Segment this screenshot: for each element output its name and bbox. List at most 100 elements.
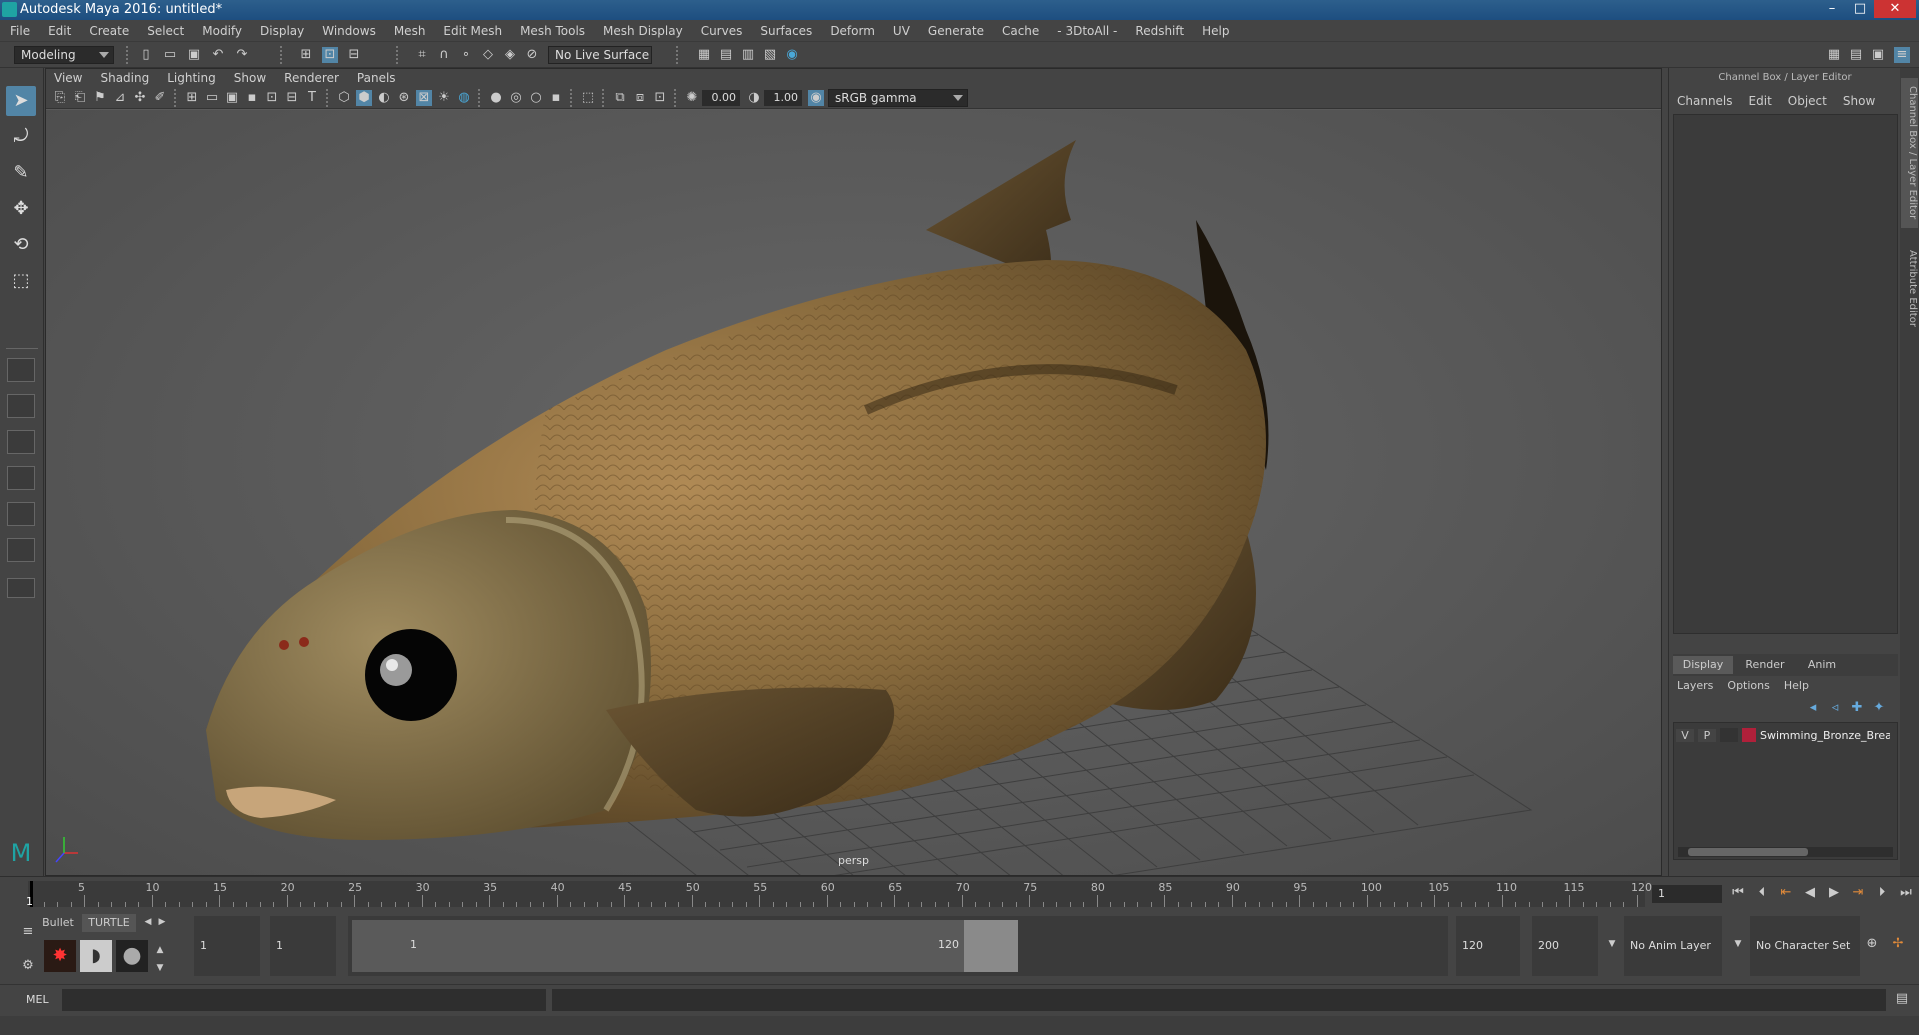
turtle-sphere-icon[interactable]: ●	[116, 940, 148, 972]
new-layer-selected-icon[interactable]: ✦	[1871, 700, 1887, 716]
channels-menu[interactable]: Channels	[1677, 94, 1733, 108]
render-frame-icon[interactable]: ▤	[718, 47, 734, 63]
paint-select-tool-icon[interactable]: ✎	[6, 158, 36, 188]
safe-title-icon[interactable]: T	[304, 90, 320, 106]
toggle-modeling-toolkit-icon[interactable]: ▦	[1826, 47, 1842, 63]
layer-color-swatch[interactable]	[1742, 728, 1756, 742]
camera-select-icon[interactable]: ⎘	[52, 90, 68, 106]
playback-end-field[interactable]: 120	[1456, 916, 1520, 976]
menu-generate[interactable]: Generate	[928, 24, 984, 38]
gamma-icon[interactable]: ◑	[746, 90, 762, 106]
lasso-tool-icon[interactable]: ⤾	[6, 122, 36, 152]
field-chart-icon[interactable]: ⊡	[264, 90, 280, 106]
current-frame-field[interactable]: 1	[1652, 885, 1722, 903]
shelf-settings-icon[interactable]: ⚙	[20, 958, 36, 974]
character-set-field[interactable]: No Character Set	[1750, 916, 1860, 976]
layer-playback-toggle[interactable]: P	[1698, 728, 1716, 742]
viewport-menu-shading[interactable]: Shading	[100, 71, 149, 85]
xray-components-icon[interactable]: ⊡	[652, 90, 668, 106]
layer-options-menu[interactable]: Options	[1727, 679, 1769, 692]
exposure-icon[interactable]: ✺	[684, 90, 700, 106]
snap-curve-icon[interactable]: ∩	[436, 47, 452, 63]
xray-joints-icon[interactable]: ⧈	[632, 90, 648, 106]
range-end-handle[interactable]	[964, 920, 1018, 972]
menu-display[interactable]: Display	[260, 24, 304, 38]
safe-action-icon[interactable]: ⊟	[284, 90, 300, 106]
wireframe-on-shaded-icon[interactable]: ⊛	[396, 90, 412, 106]
menu-edit-mesh[interactable]: Edit Mesh	[443, 24, 502, 38]
outliner-layout-icon[interactable]	[7, 538, 35, 562]
turtle-render-icon[interactable]: ✸	[44, 940, 76, 972]
shelf-up-icon[interactable]: ▲	[152, 942, 168, 958]
menu-mesh-display[interactable]: Mesh Display	[603, 24, 683, 38]
layout-toggle-icon[interactable]	[7, 578, 35, 598]
textured-icon[interactable]: ⊠	[416, 90, 432, 106]
menu-3dtoall[interactable]: - 3DtoAll -	[1057, 24, 1117, 38]
side-tab-channel-box[interactable]: Channel Box / Layer Editor	[1901, 78, 1918, 228]
layer-type-toggle[interactable]	[1720, 728, 1738, 742]
close-button[interactable]: ✕	[1874, 0, 1916, 18]
gate-mask-icon[interactable]: ▪	[244, 90, 260, 106]
side-tab-attribute-editor[interactable]: Attribute Editor	[1901, 238, 1918, 338]
depth-of-field-icon[interactable]: ▪	[548, 90, 564, 106]
layer-help-menu[interactable]: Help	[1784, 679, 1809, 692]
snap-magnet-icon[interactable]: ⊘	[524, 47, 540, 63]
play-backwards-icon[interactable]: ◀	[1802, 885, 1818, 901]
gamma-field[interactable]: 1.00	[764, 90, 802, 106]
viewport-menu-lighting[interactable]: Lighting	[167, 71, 216, 85]
anim-layer-dropdown-icon[interactable]: ▼	[1604, 936, 1620, 952]
shelf-tab-bullet[interactable]: Bullet	[40, 914, 76, 932]
viewport-menu-renderer[interactable]: Renderer	[284, 71, 339, 85]
select-hierarchy-icon[interactable]: ⊞	[298, 47, 314, 63]
toggle-channel-box-icon[interactable]: ≡	[1894, 47, 1910, 63]
layers-menu[interactable]: Layers	[1677, 679, 1713, 692]
menu-mesh-tools[interactable]: Mesh Tools	[520, 24, 585, 38]
maximize-button[interactable]: □	[1846, 0, 1874, 18]
shelf-scroll-right-icon[interactable]: ▶	[154, 914, 170, 930]
menu-redshift[interactable]: Redshift	[1135, 24, 1184, 38]
move-layer-down-icon[interactable]: ◃	[1827, 700, 1843, 716]
step-back-key-icon[interactable]: ⇤	[1778, 885, 1794, 901]
step-forward-key-icon[interactable]: ⇥	[1850, 885, 1866, 901]
hypershade-icon[interactable]: ◉	[784, 47, 800, 63]
shelf-down-icon[interactable]: ▼	[152, 960, 168, 976]
viewport-menu-panels[interactable]: Panels	[357, 71, 396, 85]
menu-cache[interactable]: Cache	[1002, 24, 1039, 38]
menu-select[interactable]: Select	[147, 24, 184, 38]
select-tool-icon[interactable]: ➤	[6, 86, 36, 116]
rotate-tool-icon[interactable]: ⟲	[6, 230, 36, 260]
new-empty-layer-icon[interactable]: ✚	[1849, 700, 1865, 716]
persp-graph-layout-icon[interactable]	[7, 466, 35, 490]
four-view-layout-icon[interactable]	[7, 394, 35, 418]
channel-list[interactable]	[1673, 114, 1898, 634]
menu-modify[interactable]: Modify	[202, 24, 242, 38]
step-back-icon[interactable]: ⏴	[1754, 885, 1770, 901]
menu-help[interactable]: Help	[1202, 24, 1229, 38]
xray-icon[interactable]: ⧉	[612, 90, 628, 106]
select-component-icon[interactable]: ⊟	[346, 47, 362, 63]
shelf-menu-icon[interactable]: ≡	[20, 924, 36, 940]
grid-icon[interactable]: ⊞	[184, 90, 200, 106]
camera-attributes-icon[interactable]: ⎗	[72, 90, 88, 106]
start-frame-field[interactable]: 1	[194, 916, 260, 976]
default-material-icon[interactable]: ◐	[376, 90, 392, 106]
film-gate-icon[interactable]: ▭	[204, 90, 220, 106]
new-scene-icon[interactable]: ▯	[138, 47, 154, 63]
mode-selector[interactable]: Modeling	[14, 46, 114, 64]
animation-preferences-icon[interactable]: ✢	[1890, 936, 1906, 952]
color-management-icon[interactable]: ◉	[808, 90, 824, 106]
save-scene-icon[interactable]: ▣	[186, 47, 202, 63]
exposure-field[interactable]: 0.00	[702, 90, 740, 106]
character-set-dropdown-icon[interactable]: ▼	[1730, 936, 1746, 952]
render-settings-icon[interactable]: ▧	[762, 47, 778, 63]
viewport-scene[interactable]: persp	[46, 110, 1661, 875]
menu-deform[interactable]: Deform	[830, 24, 875, 38]
time-ruler[interactable]: 5 10 15 20 25 30 35 40 45 50 55 60 65 70 75 80 85 90 95 100…	[28, 881, 1652, 907]
menu-uv[interactable]: UV	[893, 24, 910, 38]
perspective-viewport[interactable]: View Shading Lighting Show Renderer Pane…	[45, 68, 1662, 876]
render-view-icon[interactable]: ▦	[696, 47, 712, 63]
anim-layer-field[interactable]: No Anim Layer	[1624, 916, 1722, 976]
viewport-menu-show[interactable]: Show	[234, 71, 266, 85]
move-tool-icon[interactable]: ✥	[6, 194, 36, 224]
live-surface-field[interactable]: No Live Surface	[548, 46, 652, 64]
